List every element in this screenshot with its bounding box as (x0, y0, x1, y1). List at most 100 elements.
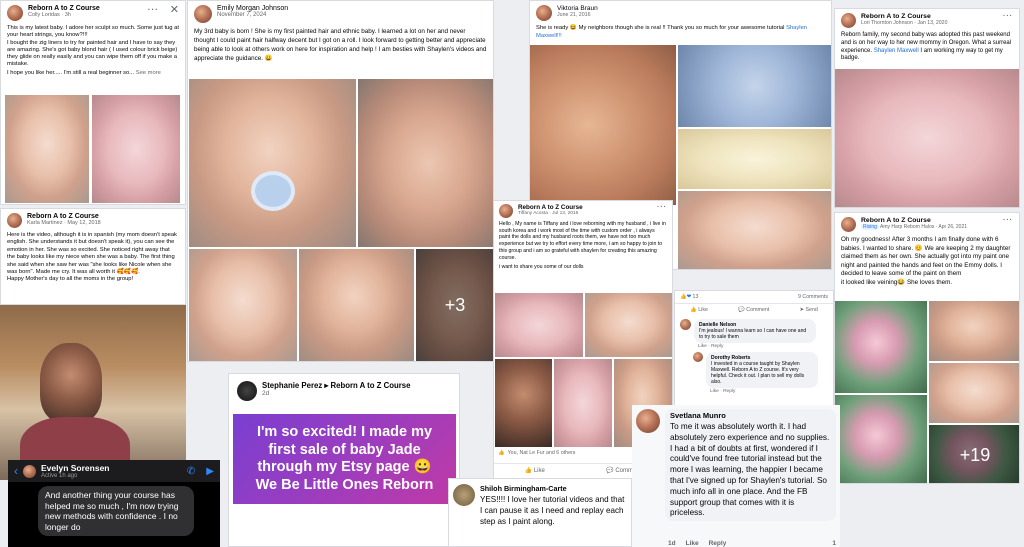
comment-reply-link[interactable]: Reply (723, 389, 735, 394)
post-header: Reborn A to Z Course Colly Loridas · 3h … (1, 1, 185, 25)
close-icon[interactable]: ✕ (170, 5, 179, 16)
more-options-icon[interactable]: ··· (1003, 217, 1013, 224)
group-name[interactable]: Reborn A to Z Course (28, 5, 100, 12)
comment-like-link[interactable]: Like (710, 389, 719, 394)
post-photo[interactable] (678, 45, 831, 127)
reactions-summary[interactable]: 👍❤ 13 9 Comments (675, 291, 833, 303)
comment: Shiloh Birmingham-Carte YES!!!! I love h… (449, 479, 631, 532)
avatar[interactable] (237, 381, 257, 401)
author-name[interactable]: Emily Morgan Johnson (217, 5, 288, 12)
avatar[interactable] (453, 484, 475, 506)
comment-reply-link[interactable]: Reply (711, 344, 723, 349)
timestamp[interactable]: June 21, 2016 (557, 12, 598, 18)
post-photo[interactable] (678, 191, 831, 269)
author-name[interactable]: Viktoria Braun (557, 5, 598, 12)
author-name[interactable]: Karla Martinez (27, 220, 62, 226)
avatar[interactable] (7, 213, 22, 228)
author-name[interactable]: Amy Harp Reborn Halos (880, 224, 934, 230)
avatar[interactable] (841, 217, 856, 232)
comment-actions: 1d Like Reply 1 (668, 540, 836, 547)
back-arrow-icon[interactable]: ‹ (14, 464, 18, 478)
more-photos-overlay[interactable]: +3 (416, 249, 493, 361)
comment-like-link[interactable]: Like (686, 540, 699, 547)
video-still[interactable] (0, 305, 186, 480)
post-photo[interactable] (929, 301, 1019, 361)
post-photo[interactable] (929, 363, 1019, 423)
avatar[interactable] (636, 409, 660, 433)
action-bar: 👍 Like 💬 Comment ➤ Send (675, 303, 833, 316)
group-name[interactable]: Reborn A to Z Course (27, 213, 101, 220)
timestamp[interactable]: Jul 13, 2016 (552, 211, 578, 216)
group-name[interactable]: Reborn A to Z Course (861, 217, 967, 224)
post-photo[interactable] (835, 301, 927, 393)
more-options-icon[interactable]: ··· (148, 5, 159, 14)
comment: Svetlana Munro To me it was absolutely w… (632, 405, 840, 525)
post-photo[interactable]: +3 (416, 249, 493, 361)
post-header: Emily Morgan Johnson November 7, 2024 (188, 1, 493, 27)
post-photo[interactable] (189, 79, 356, 247)
post-photo[interactable] (495, 293, 583, 357)
post-photo[interactable] (358, 79, 493, 247)
post-photo[interactable] (835, 69, 1019, 207)
author-name[interactable]: Lori Thornton Johnson (861, 20, 913, 26)
group-name[interactable]: Reborn A to Z Course (518, 204, 583, 211)
see-more-link[interactable]: See more (136, 70, 161, 76)
post-photo[interactable] (495, 359, 552, 447)
comment-count[interactable]: 9 Comments (798, 294, 828, 300)
avatar[interactable] (194, 5, 212, 23)
avatar[interactable] (680, 319, 691, 330)
commenter-name[interactable]: Svetlana Munro (670, 411, 831, 420)
more-options-icon[interactable]: ··· (657, 204, 667, 211)
more-options-icon[interactable]: ··· (1003, 13, 1013, 20)
woman-photo (40, 343, 102, 423)
post-photo[interactable] (530, 45, 676, 205)
post-header: Reborn A to Z Course Rising Amy Harp Reb… (835, 213, 1019, 236)
post-photo[interactable] (189, 249, 297, 361)
comment-button[interactable]: 💬 Comment (738, 307, 769, 313)
post-photo[interactable] (5, 95, 89, 203)
author-name[interactable]: Colly Loridas (28, 12, 60, 18)
like-button[interactable]: 👍 Like (525, 467, 545, 474)
comment-like-link[interactable]: Like (698, 344, 707, 349)
post-colly: Reborn A to Z Course Colly Loridas · 3h … (0, 0, 186, 205)
avatar[interactable] (536, 5, 552, 21)
post-karla: Reborn A to Z Course Karla Martinez · Ma… (0, 208, 186, 305)
post-photo[interactable] (678, 129, 831, 189)
author-name[interactable]: Stephanie Perez (262, 381, 322, 390)
video-call-icon[interactable]: ▶ (206, 466, 214, 477)
timestamp[interactable]: Apr 26, 2021 (938, 224, 967, 230)
timestamp[interactable]: November 7, 2024 (217, 12, 288, 18)
post-photo[interactable] (554, 359, 612, 447)
like-button[interactable]: 👍 Like (690, 307, 708, 313)
comment-svetlana: Svetlana Munro To me it was absolutely w… (632, 405, 840, 547)
timestamp[interactable]: 3h (65, 12, 71, 18)
commenter-name[interactable]: Shiloh Birmingham-Carte (480, 484, 627, 493)
phone-icon[interactable]: ✆ (187, 466, 195, 477)
status-background-post: I'm so excited! I made my first sale of … (233, 414, 456, 504)
contact-name: Evelyn Sorensen (41, 463, 110, 473)
post-text: Oh my goodness! After 3 months I am fina… (841, 236, 1011, 286)
reactions-row[interactable]: 👍 You, Nat Le Fur and 6 others (498, 450, 575, 456)
post-photo[interactable] (299, 249, 414, 361)
mention-link[interactable]: Shaylen Maxwell (874, 48, 919, 54)
group-name[interactable]: Reborn A to Z Course (330, 381, 410, 390)
send-button[interactable]: ➤ Send (800, 307, 818, 313)
post-text-2: I hope you like her..... I'm still a rea… (7, 69, 135, 76)
post-photo[interactable] (585, 293, 672, 357)
more-photos-overlay[interactable]: +19 (929, 425, 1019, 483)
timestamp[interactable]: Jan 13, 2020 (917, 20, 947, 26)
avatar[interactable] (7, 5, 23, 21)
reactions-text: You, Nat Le Fur and 6 others (507, 450, 576, 456)
avatar[interactable] (841, 13, 856, 28)
post-photo[interactable]: +19 (929, 425, 1019, 483)
author-name[interactable]: Tiffany Acosta (518, 211, 548, 216)
post-photo[interactable] (92, 95, 180, 203)
avatar[interactable] (499, 204, 513, 218)
avatar[interactable] (693, 352, 703, 362)
avatar[interactable] (23, 464, 36, 478)
group-name[interactable]: Reborn A to Z Course (861, 13, 947, 20)
comment-reply-link[interactable]: Reply (709, 540, 727, 547)
timestamp[interactable]: 2d (262, 390, 410, 397)
post-photo[interactable] (835, 395, 927, 483)
timestamp[interactable]: May 12, 2018 (67, 220, 100, 226)
